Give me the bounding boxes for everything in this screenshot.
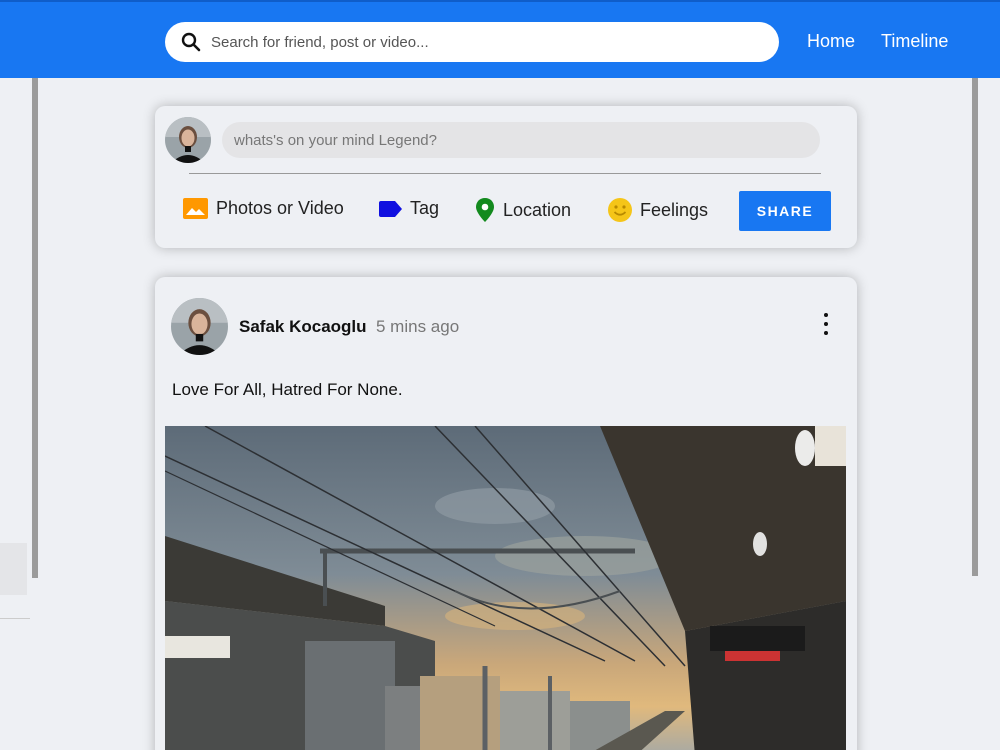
nav-home-link[interactable]: Home: [807, 31, 855, 52]
more-options-icon[interactable]: [817, 313, 835, 335]
option-label: Location: [503, 199, 572, 220]
search-icon: [181, 32, 201, 52]
share-button[interactable]: SHARE: [739, 191, 831, 231]
left-sidebar: [0, 78, 36, 750]
label-icon: [379, 200, 402, 217]
status-input[interactable]: [222, 122, 820, 158]
post-username[interactable]: Safak Kocaoglu: [239, 317, 367, 337]
option-label: Photos or Video: [216, 198, 344, 218]
nav-links: Home Timeline: [807, 31, 948, 52]
smiley-icon: [608, 198, 632, 222]
avatar[interactable]: [165, 117, 211, 163]
feelings-option[interactable]: Feelings: [608, 198, 708, 222]
tag-option[interactable]: Tag: [379, 198, 439, 219]
top-navbar: Home Timeline: [0, 0, 1000, 78]
sidebar-divider: [0, 618, 30, 619]
photos-or-video-option[interactable]: Photos or Video: [183, 198, 344, 219]
post-author-avatar[interactable]: [171, 298, 228, 355]
post-card: Safak Kocaoglu 5 mins ago Love For All, …: [155, 277, 857, 750]
option-label: Feelings: [640, 199, 709, 220]
post-timestamp: 5 mins ago: [376, 317, 460, 336]
nav-timeline-link[interactable]: Timeline: [881, 31, 948, 52]
location-option[interactable]: Location: [475, 198, 571, 222]
share-divider: [189, 173, 821, 174]
search-bar[interactable]: [165, 22, 779, 62]
sidebar-item[interactable]: [0, 543, 27, 595]
share-card: Photos or Video Tag Location Feelings SH…: [155, 106, 857, 248]
photo-icon: [183, 198, 208, 219]
location-pin-icon: [476, 198, 494, 222]
post-text: Love For All, Hatred For None.: [172, 380, 403, 399]
post-image[interactable]: [165, 426, 846, 750]
left-sidebar-scrollbar[interactable]: [32, 78, 38, 578]
right-sidebar-scrollbar[interactable]: [972, 78, 978, 576]
option-label: Tag: [410, 198, 440, 218]
search-input[interactable]: [211, 33, 751, 51]
